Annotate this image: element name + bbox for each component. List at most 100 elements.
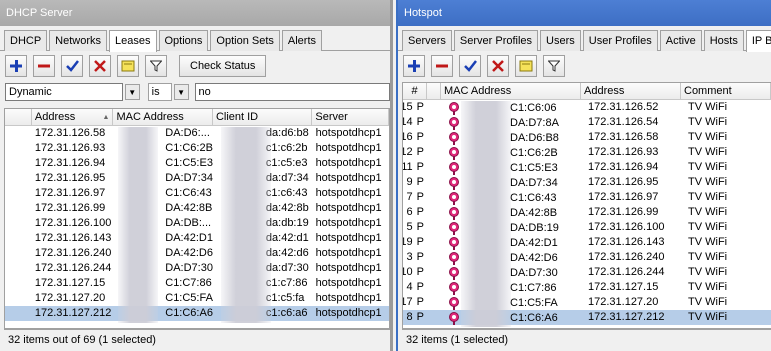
tab-hosts[interactable]: Hosts (703, 30, 744, 51)
tab-servers[interactable]: Servers (402, 30, 452, 51)
address-cell: 172.31.127.20 (34, 292, 106, 304)
col-number[interactable]: # (403, 83, 427, 99)
window-title[interactable]: Hotspot (398, 0, 771, 26)
table-row[interactable]: 8 P C1:C6:A6 172.31.127.212 TV WiFi (403, 310, 771, 325)
tab-active[interactable]: Active (659, 30, 702, 51)
table-row[interactable]: 9 P DA:D7:34 172.31.126.95 TV WiFi (403, 175, 771, 190)
chevron-down-icon[interactable]: ▼ (124, 84, 140, 100)
hotspot-binding-icon (448, 266, 460, 280)
address-cell: 172.31.126.94 (34, 157, 106, 169)
filter-button[interactable] (145, 54, 167, 77)
x-icon (94, 59, 106, 72)
enable-button[interactable] (459, 54, 481, 77)
table-row[interactable]: 172.31.126.99 DA:42:8B da:42:8b hotspotdhcp… (5, 201, 389, 216)
table-row[interactable]: 19P DA:42:D1 172.31.126.143 TV WiFi (403, 235, 771, 250)
table-row[interactable]: 14P DA:D7:8A 172.31.126.54 TV WiFi (403, 115, 771, 130)
tab-bar: DHCP Networks Leases Options Option Sets Aler… (0, 26, 390, 52)
filter-value-input[interactable]: no (194, 83, 390, 101)
address-cell: 172.31.126.100 (588, 221, 665, 233)
table-row[interactable]: 15P C1:C6:06 172.31.126.52 TV WiFi (403, 100, 771, 115)
table-row[interactable]: 172.31.127.20 C1:C5:FA c1:c5:fa hotspotdhcp… (5, 291, 389, 306)
hotspot-binding-icon (448, 176, 460, 190)
address-cell: 172.31.126.143 (34, 232, 112, 244)
row-select-cell (5, 231, 32, 246)
tab-alerts[interactable]: Alerts (281, 30, 323, 51)
check-status-button[interactable]: Check Status (179, 54, 267, 77)
remove-button[interactable] (431, 54, 453, 77)
tab-networks[interactable]: Networks (49, 30, 108, 51)
window-title[interactable]: DHCP Server (0, 0, 390, 26)
disable-button[interactable] (89, 54, 111, 77)
chevron-down-icon[interactable]: ▼ (173, 84, 189, 100)
comment-button[interactable] (117, 54, 139, 77)
address-cell: 172.31.126.95 (588, 176, 659, 188)
tab-server-profiles[interactable]: Server Profiles (453, 30, 539, 51)
table-row[interactable]: 172.31.126.97 C1:C6:43 c1:c6:43 hotspotdhcp… (5, 186, 389, 201)
add-button[interactable] (403, 54, 425, 77)
server-cell: hotspotdhcp1 (315, 172, 382, 184)
table-row[interactable]: 17P C1:C5:FA 172.31.127.20 TV WiFi (403, 295, 771, 310)
comment-button[interactable] (515, 54, 537, 77)
filter-button[interactable] (543, 54, 565, 77)
mac-value: DA:DB:19 (510, 222, 559, 234)
table-row[interactable]: 172.31.126.94 C1:C5:E3 c1:c5:e3 hotspotdhcp… (5, 156, 389, 171)
enable-button[interactable] (61, 54, 83, 77)
filter-field-select[interactable]: Dynamic (5, 83, 123, 101)
tab-option-sets[interactable]: Option Sets (210, 30, 280, 51)
col-address[interactable]: Address ▲ (32, 109, 114, 125)
row-number: 8 (406, 311, 413, 323)
col-server[interactable]: Server (312, 109, 389, 125)
table-row[interactable]: 11P C1:C5:E3 172.31.126.94 TV WiFi (403, 160, 771, 175)
col-mac[interactable]: MAC Address (113, 109, 213, 125)
spacer-cell (427, 250, 445, 265)
col-client-id[interactable]: Client ID (213, 109, 313, 125)
row-number-cell: 19P (403, 235, 427, 250)
table-row[interactable]: 16P DA:D6:B8 172.31.126.58 TV WiFi (403, 130, 771, 145)
row-select-header (5, 109, 32, 125)
table-row[interactable]: 172.31.127.15 C1:C7:86 c1:c7:86 hotspotdhcp… (5, 276, 389, 291)
comment-cell: TV WiFi (688, 281, 728, 293)
comment-cell: TV WiFi (688, 176, 728, 188)
tab-ip-binding[interactable]: IP Binding (745, 30, 771, 52)
remove-button[interactable] (33, 54, 55, 77)
server-cell: hotspotdhcp1 (315, 187, 382, 199)
spacer-cell (427, 310, 445, 325)
table-row[interactable]: 172.31.126.143 DA:42:D1 da:42:d1 hotspotdhc… (5, 231, 389, 246)
tab-user-profiles[interactable]: User Profiles (582, 30, 658, 51)
table-row[interactable]: 172.31.127.212 C1:C6:A6 c1:c6:a6 hotspotdhc… (5, 306, 389, 321)
x-icon (492, 59, 504, 72)
row-select-cell (5, 261, 32, 276)
status-bar: 32 items (1 selected) (402, 329, 771, 351)
table-row[interactable]: 7 P C1:C6:43 172.31.126.97 TV WiFi (403, 190, 771, 205)
disable-button[interactable] (487, 54, 509, 77)
address-cell: 172.31.126.99 (588, 206, 659, 218)
tab-leases[interactable]: Leases (109, 30, 157, 52)
table-row[interactable]: 3 P DA:42:D6 172.31.126.240 TV WiFi (403, 250, 771, 265)
tab-options[interactable]: Options (158, 30, 209, 51)
table-row[interactable]: 172.31.126.58 DA:D6:... da:d6:b8 hotspotdhc… (5, 126, 389, 141)
table-row[interactable]: 172.31.126.93 C1:C6:2B c1:c6:2b hotspotdhcp… (5, 141, 389, 156)
table-row[interactable]: 10P DA:D7:30 172.31.126.244 TV WiFi (403, 265, 771, 280)
table-row[interactable]: 6 P DA:42:8B 172.31.126.99 TV WiFi (403, 205, 771, 220)
row-select-cell (5, 186, 32, 201)
table-body: 15PC1:C6:06172.31.126.52TV WiFi14PDA:D7:… (403, 100, 771, 325)
tab-users[interactable]: Users (540, 30, 581, 51)
table-row[interactable]: 5 P DA:DB:19 172.31.126.100 TV WiFi (403, 220, 771, 235)
tab-dhcp[interactable]: DHCP (4, 30, 48, 51)
row-number: 17 (403, 296, 413, 308)
col-flags[interactable] (427, 83, 441, 99)
minus-icon (38, 64, 50, 67)
table-row[interactable]: 4 P C1:C7:86 172.31.127.15 TV WiFi (403, 280, 771, 295)
table-row[interactable]: 12P C1:C6:2B 172.31.126.93 TV WiFi (403, 145, 771, 160)
table-row[interactable]: 172.31.126.240 DA:42:D6 da:42:d6 hotspotdhc… (5, 246, 389, 261)
table-row[interactable]: 172.31.126.100 DA:DB:... da:db:19 hotspotdh… (5, 216, 389, 231)
col-mac[interactable]: MAC Address (441, 83, 581, 99)
table-row[interactable]: 172.31.126.95 DA:D7:34 da:d7:34 hotspotdhcp… (5, 171, 389, 186)
col-address[interactable]: Address (581, 83, 681, 99)
add-button[interactable] (5, 54, 27, 77)
col-comment[interactable]: Comment (681, 83, 771, 99)
row-number-cell: 14P (403, 115, 427, 130)
table-row[interactable]: 172.31.126.244 DA:D7:30 da:d7:30 hotspotdhc… (5, 261, 389, 276)
address-cell: 172.31.126.244 (34, 262, 112, 274)
filter-op-select[interactable]: is (147, 83, 172, 101)
